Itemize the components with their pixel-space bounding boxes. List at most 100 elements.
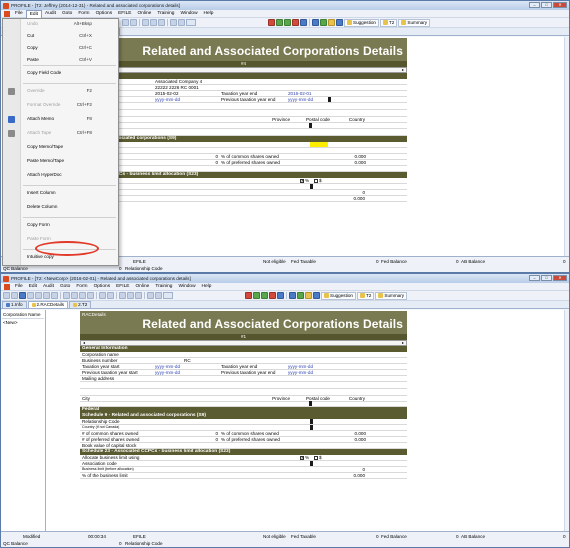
t2-button[interactable]: T2 <box>357 291 375 300</box>
binoculars-icon[interactable] <box>147 292 154 299</box>
summary-button[interactable]: Summary <box>375 291 408 300</box>
menu-item-attach-hyperdoc[interactable]: Attach HyperDoc <box>27 171 114 179</box>
menu-item-copy-field-code[interactable]: Copy Field Code <box>27 69 114 77</box>
upload-icon[interactable] <box>320 19 327 26</box>
record-scrollbar[interactable]: ▸ <box>80 67 407 73</box>
pct-business-limit-field[interactable]: 0.000 <box>155 473 366 478</box>
binoculars-icon[interactable] <box>170 19 177 26</box>
prev-end-field[interactable]: yyyy-mm-dd <box>288 370 313 375</box>
menu-item-copy-memo-tape[interactable]: Copy Memo/Tape <box>27 143 114 151</box>
undo-icon[interactable] <box>63 292 70 299</box>
toolbar-button[interactable] <box>99 292 106 299</box>
pct-common-field[interactable]: 0.000 <box>318 431 367 436</box>
menu-help[interactable]: Help <box>199 283 215 291</box>
suggestion-button[interactable]: Suggestion <box>321 291 356 300</box>
menu-online[interactable]: Online <box>132 283 152 291</box>
summary-button[interactable]: Summary <box>398 18 431 27</box>
vertical-scrollbar[interactable] <box>564 310 569 531</box>
close-window-button[interactable]: ✕ <box>553 2 567 8</box>
start-field[interactable]: yyyy-mm-dd <box>155 364 221 369</box>
list-item-new[interactable]: <New> <box>2 319 44 326</box>
business-limit-field[interactable]: 0 <box>155 467 365 472</box>
toolbar-button[interactable] <box>51 292 58 299</box>
bn-field[interactable]: 22222 2226 RC 0001 <box>155 85 199 90</box>
menu-file[interactable]: File <box>12 10 26 18</box>
menu-item-cut[interactable]: Cut Ctrl+X <box>27 32 114 40</box>
check-icon[interactable] <box>276 19 283 26</box>
efile-icon[interactable] <box>289 292 296 299</box>
toolbar-button[interactable] <box>43 292 50 299</box>
menu-edit[interactable]: Edit <box>25 9 43 18</box>
copy-icon[interactable] <box>79 292 86 299</box>
menu-item-insert-column[interactable]: Insert Column <box>27 189 114 197</box>
x-mark-icon[interactable] <box>269 292 276 299</box>
print-icon[interactable] <box>178 19 185 26</box>
maximize-button[interactable]: □ <box>541 2 552 8</box>
toolbar-button[interactable] <box>35 292 42 299</box>
pct-business-limit-field[interactable]: 0.000 <box>155 196 366 201</box>
toolbar-button[interactable] <box>107 292 114 299</box>
year-end-field[interactable]: yyyy-mm-dd <box>288 364 313 369</box>
bn-field[interactable]: RC <box>184 358 191 363</box>
check-icon[interactable] <box>253 292 260 299</box>
menu-item-paste-memo-tape[interactable]: Paste Memo/Tape <box>27 157 114 165</box>
calculator-icon[interactable] <box>135 292 142 299</box>
scroll-right-icon[interactable]: ▸ <box>402 341 404 345</box>
relationship-code-field[interactable] <box>310 419 313 424</box>
menu-form[interactable]: Form <box>73 283 90 291</box>
menu-audit[interactable]: Audit <box>42 10 59 18</box>
tab-t2[interactable]: 2.T2 <box>69 301 92 308</box>
menu-goto[interactable]: Goto <box>59 10 75 18</box>
pct-preferred-field[interactable]: 0.000 <box>318 160 367 165</box>
menu-item-paste[interactable]: Paste Ctrl+V <box>27 56 114 64</box>
menu-item-copy-form[interactable]: Copy Form <box>27 221 114 229</box>
zoom-icon[interactable] <box>127 292 134 299</box>
toolbar-button[interactable] <box>130 19 137 26</box>
calendar-icon[interactable] <box>313 292 320 299</box>
cut-icon[interactable] <box>71 292 78 299</box>
toolbar-button[interactable] <box>122 19 129 26</box>
upload-icon[interactable] <box>297 292 304 299</box>
double-check-icon[interactable] <box>261 292 268 299</box>
prev-start-field[interactable]: yyyy-mm-dd <box>155 370 221 375</box>
suggestion-button[interactable]: Suggestion <box>344 18 379 27</box>
scroll-right-icon[interactable]: ▸ <box>402 68 404 72</box>
menu-window[interactable]: Window <box>177 10 200 18</box>
form-selector[interactable] <box>186 19 196 26</box>
t2-button[interactable]: T2 <box>380 18 398 27</box>
menu-efile[interactable]: EFILE <box>113 283 132 291</box>
preferred-shares-field[interactable]: 0 <box>155 437 218 442</box>
zoom-icon[interactable] <box>150 19 157 26</box>
review-icon[interactable] <box>268 19 275 26</box>
find-icon[interactable] <box>119 292 126 299</box>
menu-item-attach-memo[interactable]: Attach Memo F8 <box>27 115 114 123</box>
record-scrollbar[interactable]: ◂ ▸ <box>80 340 407 346</box>
find-icon[interactable] <box>142 19 149 26</box>
tab-info[interactable]: 1.Info <box>2 301 27 308</box>
minimize-button[interactable]: – <box>529 2 540 8</box>
menu-goto[interactable]: Goto <box>57 283 73 291</box>
preferred-shares-field[interactable]: 0 <box>155 160 218 165</box>
menu-item-delete-column[interactable]: Delete Column <box>27 203 114 211</box>
form-selector[interactable] <box>163 292 173 299</box>
double-check-icon[interactable] <box>284 19 291 26</box>
menu-edit[interactable]: Edit <box>26 283 40 291</box>
print-icon[interactable] <box>155 292 162 299</box>
menu-file[interactable]: File <box>12 283 26 291</box>
new-icon[interactable] <box>3 292 10 299</box>
pct-preferred-field[interactable]: 0.000 <box>318 437 367 442</box>
name-field[interactable]: Associated Company 4 <box>155 79 202 84</box>
help-icon[interactable] <box>300 19 307 26</box>
common-shares-field[interactable]: 0 <box>155 154 218 159</box>
save-icon[interactable] <box>19 292 26 299</box>
menu-efile[interactable]: EFILE <box>115 10 134 18</box>
close-window-button[interactable]: ✕ <box>553 275 567 281</box>
vertical-scrollbar[interactable] <box>564 37 569 256</box>
menu-item-copy[interactable]: Copy Ctrl+C <box>27 44 114 52</box>
start-field[interactable]: 2015-02-02 <box>155 91 221 96</box>
prev-start-field[interactable]: yyyy-mm-dd <box>155 97 221 102</box>
minimize-button[interactable]: – <box>529 275 540 281</box>
help-icon[interactable] <box>277 292 284 299</box>
menu-options[interactable]: Options <box>93 10 116 18</box>
menu-help[interactable]: Help <box>201 10 217 18</box>
